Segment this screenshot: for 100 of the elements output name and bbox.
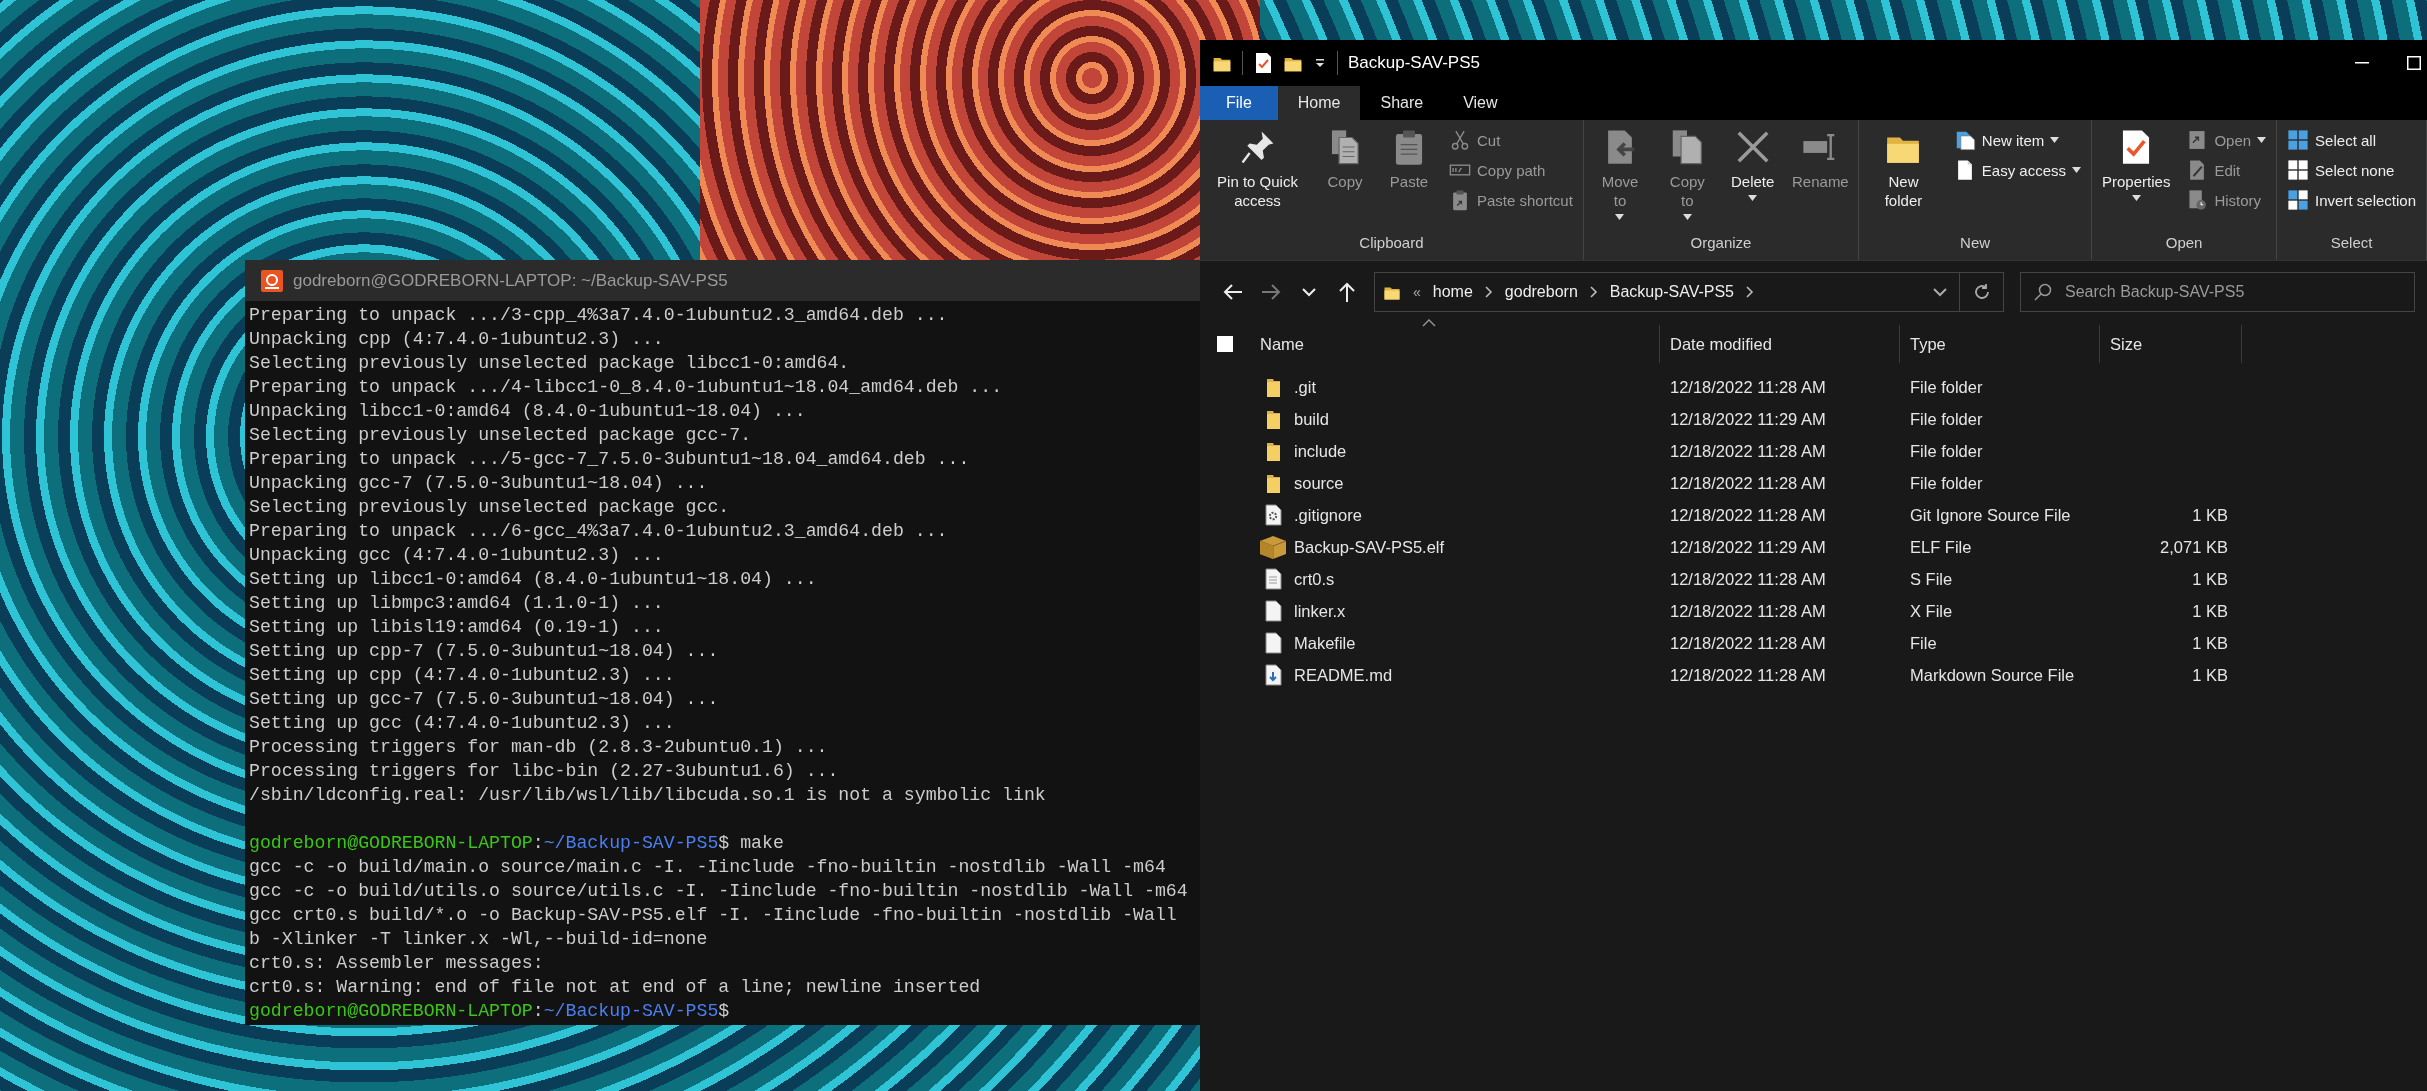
file-type: Git Ignore Source File: [1910, 505, 2071, 525]
date-modified: 12/18/2022 11:28 AM: [1670, 473, 1826, 493]
file-type: X File: [1910, 601, 1953, 621]
column-header[interactable]: Type: [1900, 325, 2100, 363]
file-name[interactable]: include: [1294, 441, 1347, 461]
ribbon-button[interactable]: Pin to Quick access: [1204, 124, 1311, 214]
file-size: 1 KB: [2192, 569, 2228, 589]
output-line: Preparing to unpack .../6-gcc_4%3a7.4.0-1ubuntu2.3_amd64.deb ...: [249, 521, 948, 541]
file-type: File folder: [1910, 473, 1983, 493]
sort-up-icon: [1422, 319, 1436, 327]
breadcrumb[interactable]: Backup-SAV-PS5: [1609, 283, 1734, 301]
terminal-app-icon: [261, 269, 283, 292]
file-type: S File: [1910, 569, 1953, 589]
output-line: Setting up libisl19:amd64 (0.19-1) ...: [249, 617, 664, 637]
invert-selection-icon: [2287, 189, 2310, 211]
chevron-right-icon: [1484, 286, 1493, 298]
chevron-right-icon: [1589, 286, 1598, 298]
file-name[interactable]: linker.x: [1294, 601, 1346, 621]
overflow-marker[interactable]: «: [1413, 284, 1421, 300]
prompt-separator: :: [532, 833, 544, 853]
breadcrumb[interactable]: home: [1432, 283, 1473, 301]
folder-icon: [1264, 472, 1282, 494]
breadcrumb[interactable]: godreborn: [1504, 283, 1578, 301]
prompt-path: ~/Backup-SAV-PS5: [543, 1001, 719, 1021]
date-modified: 12/18/2022 11:28 AM: [1670, 569, 1826, 589]
minimize-icon: [2355, 62, 2369, 64]
date-modified: 12/18/2022 11:29 AM: [1670, 409, 1826, 429]
ribbon-tab[interactable]: View: [1443, 86, 1518, 120]
ribbon-button[interactable]: Easy access: [1947, 156, 2088, 184]
file-type: ELF File: [1910, 537, 1972, 557]
ribbon-group-label: Select: [2329, 234, 2374, 253]
column-header[interactable]: Date modified: [1660, 325, 1900, 363]
date-modified: 12/18/2022 11:28 AM: [1670, 377, 1826, 397]
ribbon-button[interactable]: New item: [1947, 126, 2088, 154]
file-size: 1 KB: [2192, 665, 2228, 685]
file-name[interactable]: README.md: [1294, 665, 1393, 685]
date-modified: 12/18/2022 11:28 AM: [1670, 665, 1826, 685]
select-all-checkbox[interactable]: [1217, 336, 1233, 352]
file-icon: [1264, 632, 1282, 654]
output-line: gcc -c -o build/utils.o source/utils.c -I. -Iinclude -fno-builtin -nostdlib -Wall -m64: [249, 881, 1188, 901]
file-name[interactable]: .gitignore: [1294, 505, 1362, 525]
file-menu-tab[interactable]: File: [1200, 86, 1278, 120]
output-line: Selecting previously unselected package gcc-7.: [249, 425, 752, 445]
maximize-icon: [2407, 56, 2421, 70]
output-line: Unpacking gcc (4:7.4.0-1ubuntu2.3) ...: [249, 545, 664, 565]
file-name[interactable]: .git: [1294, 377, 1316, 397]
file-size: 1 KB: [2192, 633, 2228, 653]
output-line: Selecting previously unselected package libcc1-0:amd64.: [249, 353, 850, 373]
ribbon-button[interactable]: Invert selection: [2281, 186, 2422, 214]
file-size: 1 KB: [2192, 601, 2228, 621]
file-size: 1 KB: [2192, 505, 2228, 525]
prompt-user: godreborn@GODREBORN-LAPTOP: [249, 1001, 533, 1021]
ribbon-button[interactable]: Properties: [2096, 124, 2177, 205]
date-modified: 12/18/2022 11:28 AM: [1670, 441, 1826, 461]
output-line: crt0.s: Warning: end of file not at end of a line; newline inserted: [249, 977, 981, 997]
output-line: Selecting previously unselected package gcc.: [249, 497, 730, 517]
output-line: Setting up cpp-7 (7.5.0-3ubuntu1~18.04) ...: [249, 641, 719, 661]
output-line: Preparing to unpack .../4-libcc1-0_8.4.0-1ubuntu1~18.04_amd64.deb ...: [249, 377, 1003, 397]
output-line: Preparing to unpack .../3-cpp_4%3a7.4.0-1ubuntu2.3_amd64.deb ...: [249, 305, 948, 325]
output-line: Setting up gcc (4:7.4.0-1ubuntu2.3) ...: [249, 713, 675, 733]
file-type: File folder: [1910, 409, 1983, 429]
file-type: File: [1910, 633, 1937, 653]
output-line: Setting up libmpc3:amd64 (1.1.0-1) ...: [249, 593, 664, 613]
file-name[interactable]: build: [1294, 409, 1329, 429]
ribbon-tab[interactable]: Home: [1277, 86, 1361, 120]
date-modified: 12/18/2022 11:28 AM: [1670, 633, 1826, 653]
file-type: File folder: [1910, 441, 1983, 461]
markdown-file-icon: [1264, 664, 1282, 686]
folder-icon: [1264, 408, 1282, 430]
column-header[interactable]: Name: [1250, 325, 1660, 363]
date-modified: 12/18/2022 11:28 AM: [1670, 601, 1826, 621]
output-line: Unpacking gcc-7 (7.5.0-3ubuntu1~18.04) ...: [249, 473, 708, 493]
select-all-icon: [2287, 129, 2310, 151]
ribbon-tab[interactable]: Share: [1360, 86, 1444, 120]
package-icon: [1258, 534, 1288, 560]
output-line: Setting up gcc-7 (7.5.0-3ubuntu1~18.04) ...: [249, 689, 719, 709]
file-name[interactable]: Backup-SAV-PS5.elf: [1294, 537, 1445, 557]
output-line: gcc crt0.s build/*.o -o Backup-SAV-PS5.elf -I. -Iinclude -fno-builtin -nostdlib -Wall: [249, 905, 1177, 925]
dropdown-icon: [1313, 56, 1327, 70]
ribbon-button[interactable]: Select all: [2281, 126, 2422, 154]
file-name[interactable]: crt0.s: [1294, 569, 1335, 589]
prompt-separator: :: [532, 1001, 544, 1021]
history-icon: [2186, 189, 2209, 211]
ribbon-button[interactable]: Delete: [1722, 124, 1783, 205]
file-name[interactable]: source: [1294, 473, 1344, 493]
chevron-down-icon: [1933, 287, 1947, 297]
output-line: gcc -c -o build/main.o source/main.c -I. -Iinclude -fno-builtin -nostdlib -Wall -m64: [249, 857, 1166, 877]
ribbon-button[interactable]: Select none: [2281, 156, 2422, 184]
forward-arrow-icon: [1261, 283, 1281, 301]
address-bar[interactable]: « home godreborn Backup-SAV-PS5: [1374, 272, 2004, 312]
search-icon: [2034, 283, 2052, 301]
output-line: /sbin/ldconfig.real: /usr/lib/wsl/lib/libcuda.so.1 is not a symbolic link: [249, 785, 1046, 805]
text-file-icon: [1264, 568, 1282, 590]
file-name[interactable]: Makefile: [1294, 633, 1356, 653]
column-header[interactable]: Size: [2100, 325, 2242, 363]
ribbon-button[interactable]: New folder: [1863, 124, 1944, 214]
search-field[interactable]: Search Backup-SAV-PS5: [2020, 272, 2415, 312]
file-type: File folder: [1910, 377, 1983, 397]
ribbon-group-label: Organize: [1689, 234, 1753, 253]
prompt-path: ~/Backup-SAV-PS5: [543, 833, 719, 853]
